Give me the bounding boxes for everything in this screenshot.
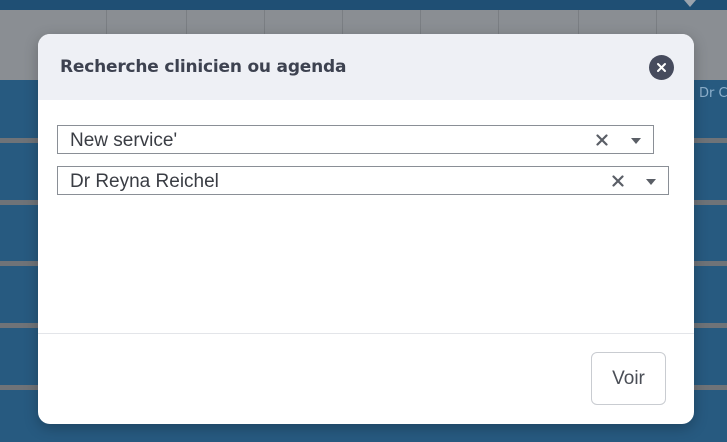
service-select[interactable]: New service' — [57, 125, 654, 154]
background-caret-icon — [684, 0, 696, 7]
chevron-down-icon[interactable] — [631, 138, 641, 144]
search-clinician-modal: Recherche clinicien ou agenda New servic… — [38, 34, 694, 424]
clear-service-icon[interactable] — [596, 134, 608, 146]
footer-divider — [38, 333, 694, 334]
voir-button[interactable]: Voir — [591, 352, 666, 405]
background-top-bar — [0, 0, 727, 10]
modal-title: Recherche clinicien ou agenda — [60, 57, 347, 77]
clinician-select[interactable]: Dr Reyna Reichel — [57, 166, 669, 195]
clinician-select-value: Dr Reyna Reichel — [70, 171, 219, 192]
chevron-down-icon[interactable] — [646, 179, 656, 185]
modal-header: Recherche clinicien ou agenda — [38, 34, 694, 100]
close-icon — [657, 63, 666, 72]
clear-clinician-icon[interactable] — [612, 175, 624, 187]
background-clinician-label: Dr C — [699, 86, 727, 101]
close-button[interactable] — [649, 55, 674, 80]
service-select-value: New service' — [70, 130, 178, 151]
